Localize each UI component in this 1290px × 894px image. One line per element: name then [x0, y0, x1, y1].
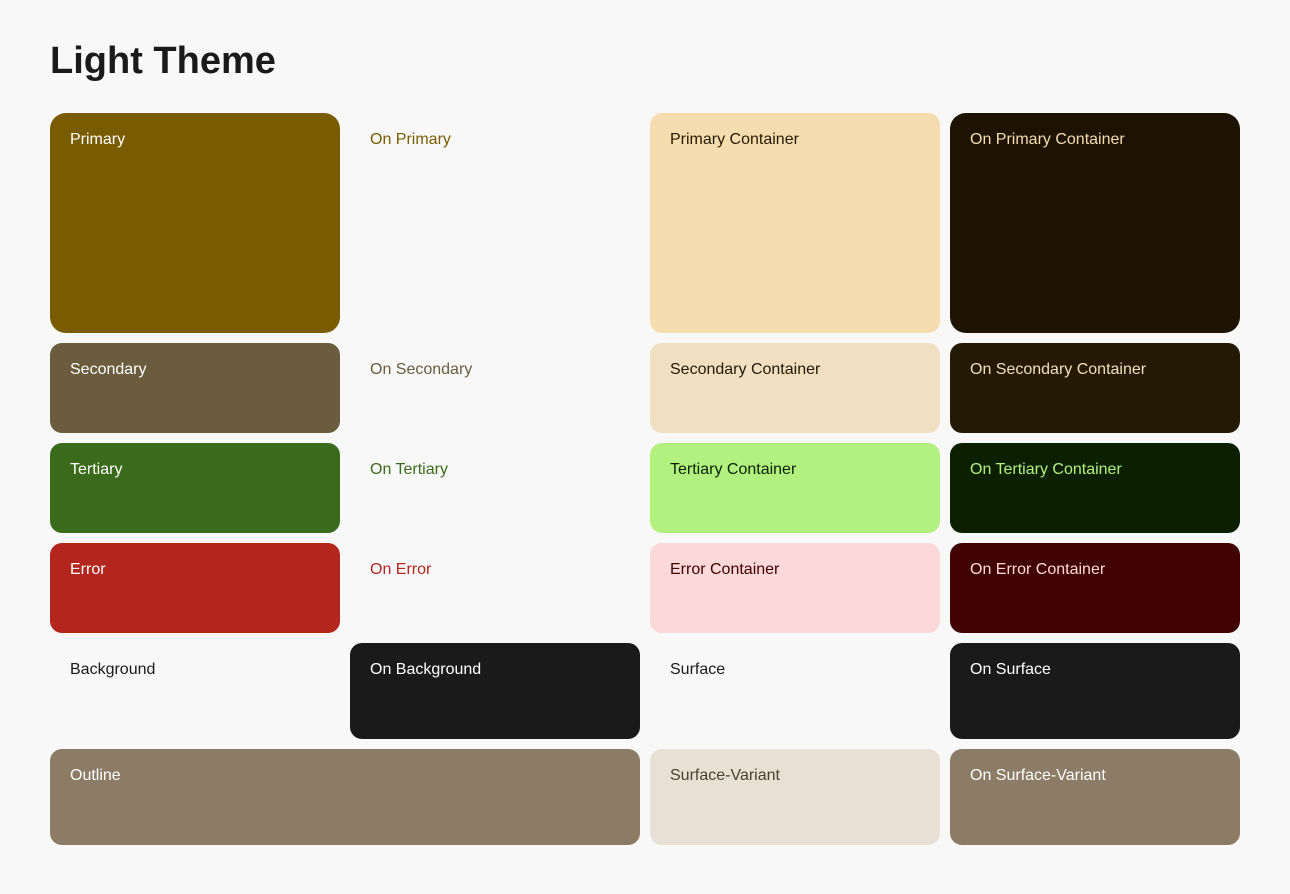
color-cell-tertiary-container: Tertiary Container [650, 443, 940, 533]
color-cell-secondary: Secondary [50, 343, 340, 433]
color-cell-background: Background [50, 643, 340, 739]
color-cell-surface-variant: Surface-Variant [650, 749, 940, 845]
color-cell-on-error: On Error [350, 543, 640, 633]
color-cell-on-tertiary-container: On Tertiary Container [950, 443, 1240, 533]
color-cell-on-background: On Background [350, 643, 640, 739]
color-grid: Primary On Primary Primary Container On … [50, 113, 1240, 845]
color-cell-outline: Outline [50, 749, 640, 845]
color-cell-on-tertiary: On Tertiary [350, 443, 640, 533]
color-cell-error-container: Error Container [650, 543, 940, 633]
color-cell-primary-container: Primary Container [650, 113, 940, 333]
color-cell-surface: Surface [650, 643, 940, 739]
color-cell-on-primary-container: On Primary Container [950, 113, 1240, 333]
color-cell-on-secondary: On Secondary [350, 343, 640, 433]
color-cell-on-error-container: On Error Container [950, 543, 1240, 633]
color-cell-primary: Primary [50, 113, 340, 333]
color-cell-error: Error [50, 543, 340, 633]
color-cell-secondary-container: Secondary Container [650, 343, 940, 433]
color-cell-on-surface-variant: On Surface-Variant [950, 749, 1240, 845]
color-cell-tertiary: Tertiary [50, 443, 340, 533]
color-cell-on-surface: On Surface [950, 643, 1240, 739]
color-cell-on-secondary-container: On Secondary Container [950, 343, 1240, 433]
page-title: Light Theme [50, 40, 1240, 83]
color-cell-on-primary: On Primary [350, 113, 640, 333]
